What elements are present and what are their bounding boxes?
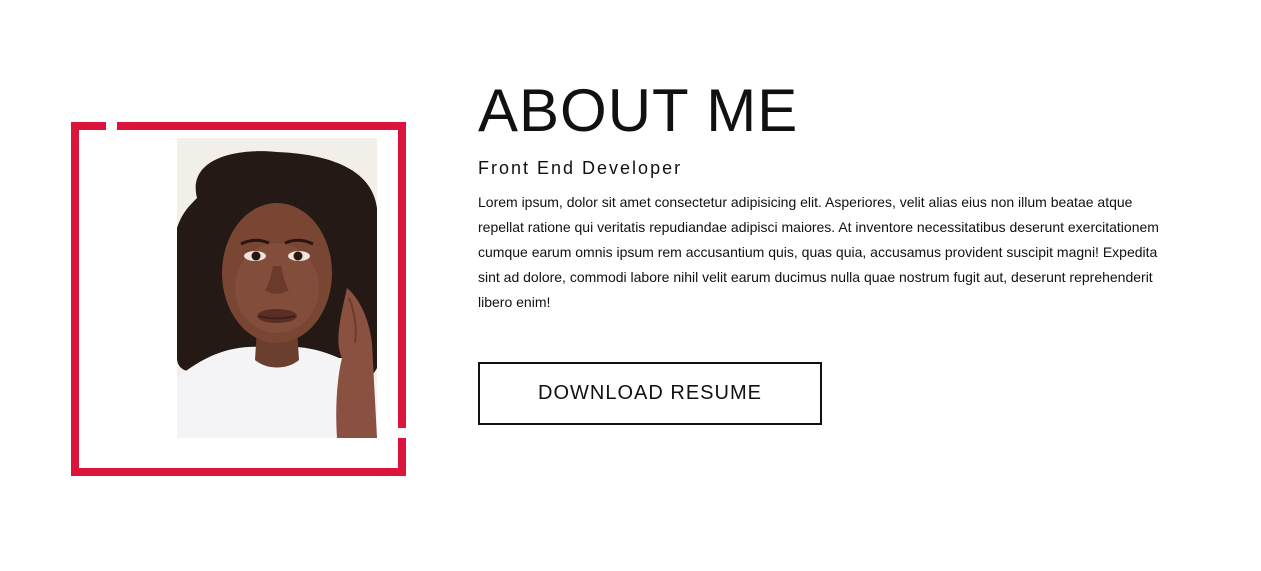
about-section: ABOUT ME Front End Developer Lorem ipsum… bbox=[0, 0, 1261, 571]
frame-top-right-segment bbox=[117, 122, 406, 130]
bio-paragraph: Lorem ipsum, dolor sit amet consectetur … bbox=[478, 194, 1159, 310]
frame-bottom-segment bbox=[71, 468, 406, 476]
about-content: ABOUT ME Front End Developer Lorem ipsum… bbox=[478, 77, 1168, 425]
frame-left-segment bbox=[71, 122, 79, 476]
profile-photo-illustration bbox=[177, 138, 377, 438]
download-resume-button[interactable]: DOWNLOAD RESUME bbox=[478, 362, 822, 425]
frame-right-upper-segment bbox=[398, 122, 406, 428]
page-title: ABOUT ME bbox=[478, 77, 799, 144]
job-title: Front End Developer bbox=[478, 158, 683, 178]
frame-right-lower-segment bbox=[398, 438, 406, 476]
profile-photo bbox=[177, 138, 377, 438]
